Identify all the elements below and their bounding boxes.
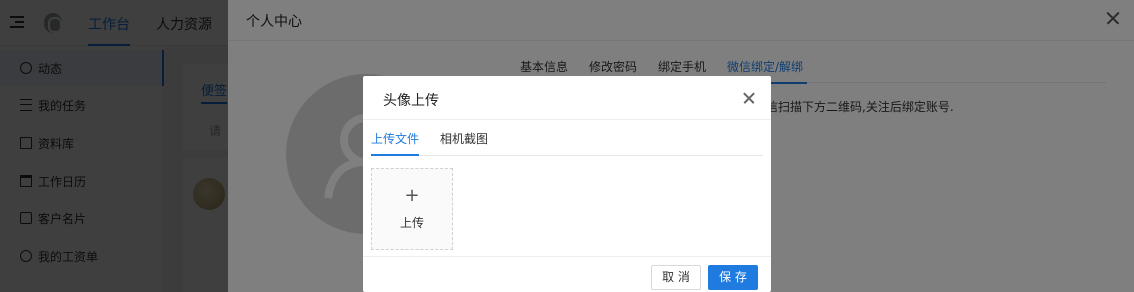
avatar-upload-modal: 头像上传 上传文件 相机截图 + 上传 取 消 保 存 xyxy=(363,76,771,292)
modal-title: 头像上传 xyxy=(383,93,439,109)
upload-dropzone[interactable]: + 上传 xyxy=(371,168,453,250)
tab-upload-file[interactable]: 上传文件 xyxy=(371,130,420,156)
save-button[interactable]: 保 存 xyxy=(708,265,758,290)
upload-label: 上传 xyxy=(399,216,424,230)
modal-footer: 取 消 保 存 xyxy=(363,256,771,292)
cancel-button[interactable]: 取 消 xyxy=(651,265,701,290)
plus-icon: + xyxy=(404,185,420,206)
close-icon[interactable] xyxy=(743,92,755,104)
tab-camera-capture[interactable]: 相机截图 xyxy=(440,130,488,147)
modal-tabs: 上传文件 相机截图 xyxy=(371,120,763,156)
